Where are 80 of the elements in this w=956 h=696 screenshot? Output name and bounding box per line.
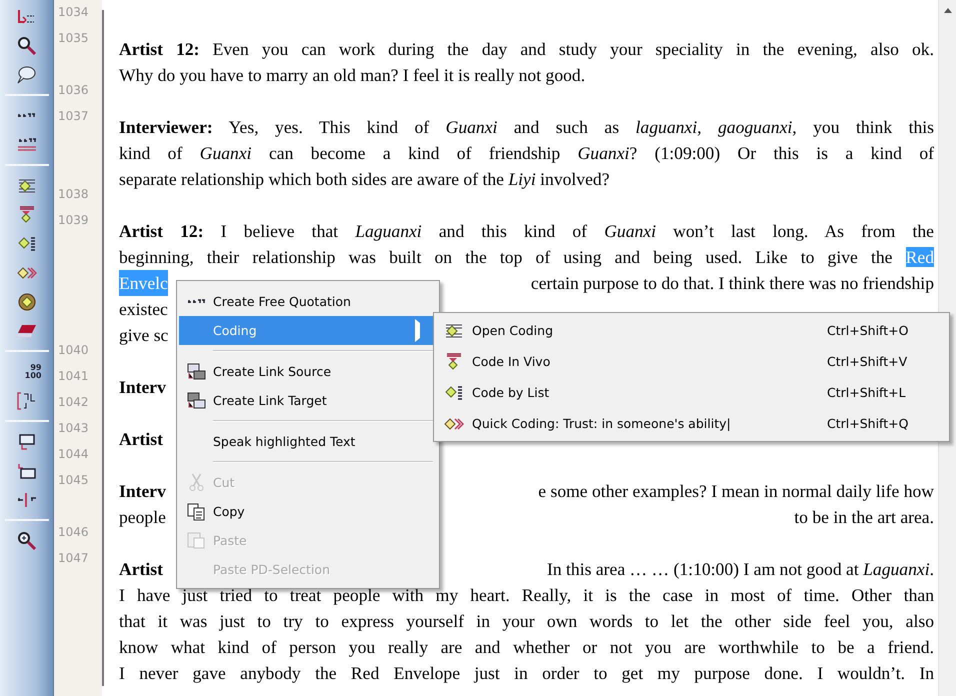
quote-marks-icon [186, 299, 206, 304]
scissors-icon [188, 473, 204, 492]
shortcut-text: Ctrl+Shift+V [827, 354, 908, 369]
paragraph-text: kind of Guanxi can become a kind of friendship Guanxi? (1:09:00) Or this is a kind of [119, 143, 934, 163]
paragraph-text: know what kind of person you really are and whether or not you are worthwhile to be a friend. [119, 637, 934, 657]
paragraph-text: that it was just to try to express yourself in your own words to let the other side feel you, also [119, 611, 934, 631]
windows-icon [186, 363, 206, 380]
menu-item[interactable]: Create Free Quotation [179, 287, 437, 316]
line-number: 1034 [57, 4, 90, 20]
windows-icon [186, 392, 206, 409]
quote-marks-icon[interactable] [16, 492, 36, 508]
diamond-bar-icon[interactable] [18, 206, 34, 223]
line-number: 1035 [57, 30, 90, 46]
menu-item[interactable]: Code In Vivo Ctrl+Shift+V [436, 346, 947, 377]
selected-text: Red [906, 247, 934, 267]
line-number: 1045 [57, 472, 90, 488]
eraser-icon[interactable] [16, 324, 36, 338]
diamond-list-icon [445, 386, 463, 400]
line-number: 1044 [57, 446, 90, 462]
paragraph-text: In this area … … (1:10:00) I am not good at Laguanxi. [546, 558, 934, 581]
paragraph-text: Artist [119, 558, 163, 581]
shortcut-text: Ctrl+Shift+O [827, 323, 910, 338]
paragraph-text: Interv [119, 480, 166, 503]
line-number: 1036 [57, 82, 90, 98]
up-arrow-icon[interactable] [944, 8, 952, 13]
copy-icon [187, 502, 205, 520]
line-number: 1040 [57, 342, 90, 358]
clipboard-icon [187, 532, 205, 549]
menu-item[interactable]: Create Link Target [179, 386, 437, 415]
paragraph-text: I never gave anybody the Red Envelope just in order to get my purpose done. I wouldn’t. In [119, 663, 934, 683]
line-number: 1042 [57, 394, 90, 410]
menu-item[interactable]: Create Link Source [179, 357, 437, 386]
paragraph-text: Artist [119, 428, 163, 451]
line-number: 1041 [57, 368, 90, 384]
menu-item[interactable]: Quick Coding: Trust: in someone's ability| Ctrl+Shift+Q [436, 408, 947, 439]
menu-item[interactable]: Copy [179, 497, 437, 526]
line-number: 1039 [57, 212, 90, 228]
line-number: 1038 [57, 186, 90, 202]
speech-bubble-icon[interactable] [17, 66, 36, 84]
paragraph-text: Why do you have to marry an old man? I feel it is really not good. [119, 65, 586, 85]
diamond-list-icon[interactable] [18, 236, 36, 250]
diamond-bar-icon [446, 353, 462, 370]
shortcut-text: Ctrl+Shift+L [827, 385, 907, 400]
line-number: 1043 [57, 420, 90, 436]
flower-icon[interactable] [18, 292, 36, 310]
brackets-icon[interactable] [17, 392, 36, 410]
line-number: 1047 [57, 550, 90, 566]
paragraph-text: Interviewer: Yes, yes. This kind of Guanxi and such as laguanxi, gaoguanxi, you think this [119, 117, 934, 137]
line-number: 1046 [57, 524, 90, 540]
paragraph-text: Artist 12: Even you can work during the day and study your speciality in the evening, also ok. [119, 39, 934, 59]
paragraph-text: Artist 12: I believe that Laguanxi and this kind of Guanxi won’t last long. As from the [119, 221, 934, 241]
paragraph-text: people [119, 506, 166, 529]
paragraph-text: beginning, their relationship was built on the top of using and being used. Like to give the [119, 247, 892, 267]
menu-item[interactable]: Speak highlighted Text [179, 427, 437, 456]
frame-icon[interactable] [18, 434, 34, 450]
fraction-icon[interactable]: 99 100 [12, 357, 42, 386]
diamond-lines-icon [445, 324, 463, 338]
paragraph-text: give sc [119, 324, 168, 347]
diamond-chevrons-icon[interactable] [16, 266, 36, 278]
menu-item[interactable]: Code by List Ctrl+Shift+L [436, 377, 947, 408]
paragraph-text: e some other examples? I mean in normal daily life how [538, 480, 934, 503]
paragraph-text: I have just tried to treat people with my heart. Really, it is the case in most of time. Other than [119, 585, 934, 605]
quote-marks-icon[interactable] [17, 113, 36, 118]
diamond-lines-icon[interactable] [18, 178, 36, 192]
paragraph-text: separate relationship which both sides are aware of the Liyi involved? [119, 169, 610, 189]
paragraph-text: certain purpose to do that. I think there was no friendship [530, 272, 934, 295]
paragraph-text: Interv [119, 376, 166, 399]
arrow-lines-icon[interactable] [18, 9, 35, 24]
submenu-arrow-icon [415, 319, 420, 342]
menu-item[interactable]: Open Coding Ctrl+Shift+O [436, 315, 947, 346]
selected-text: Envelc [119, 270, 168, 296]
search-icon[interactable] [18, 36, 36, 54]
diamond-chevrons-icon [444, 418, 464, 430]
line-number: 1037 [57, 108, 90, 124]
quote-marks-icon[interactable] [16, 138, 36, 151]
frame-icon[interactable] [18, 462, 36, 478]
zoom-in-icon[interactable] [18, 532, 36, 550]
paragraph-text: to be in the art area. [794, 506, 934, 529]
shortcut-text: Ctrl+Shift+Q [827, 416, 910, 431]
paragraph-text: existec [119, 298, 168, 321]
